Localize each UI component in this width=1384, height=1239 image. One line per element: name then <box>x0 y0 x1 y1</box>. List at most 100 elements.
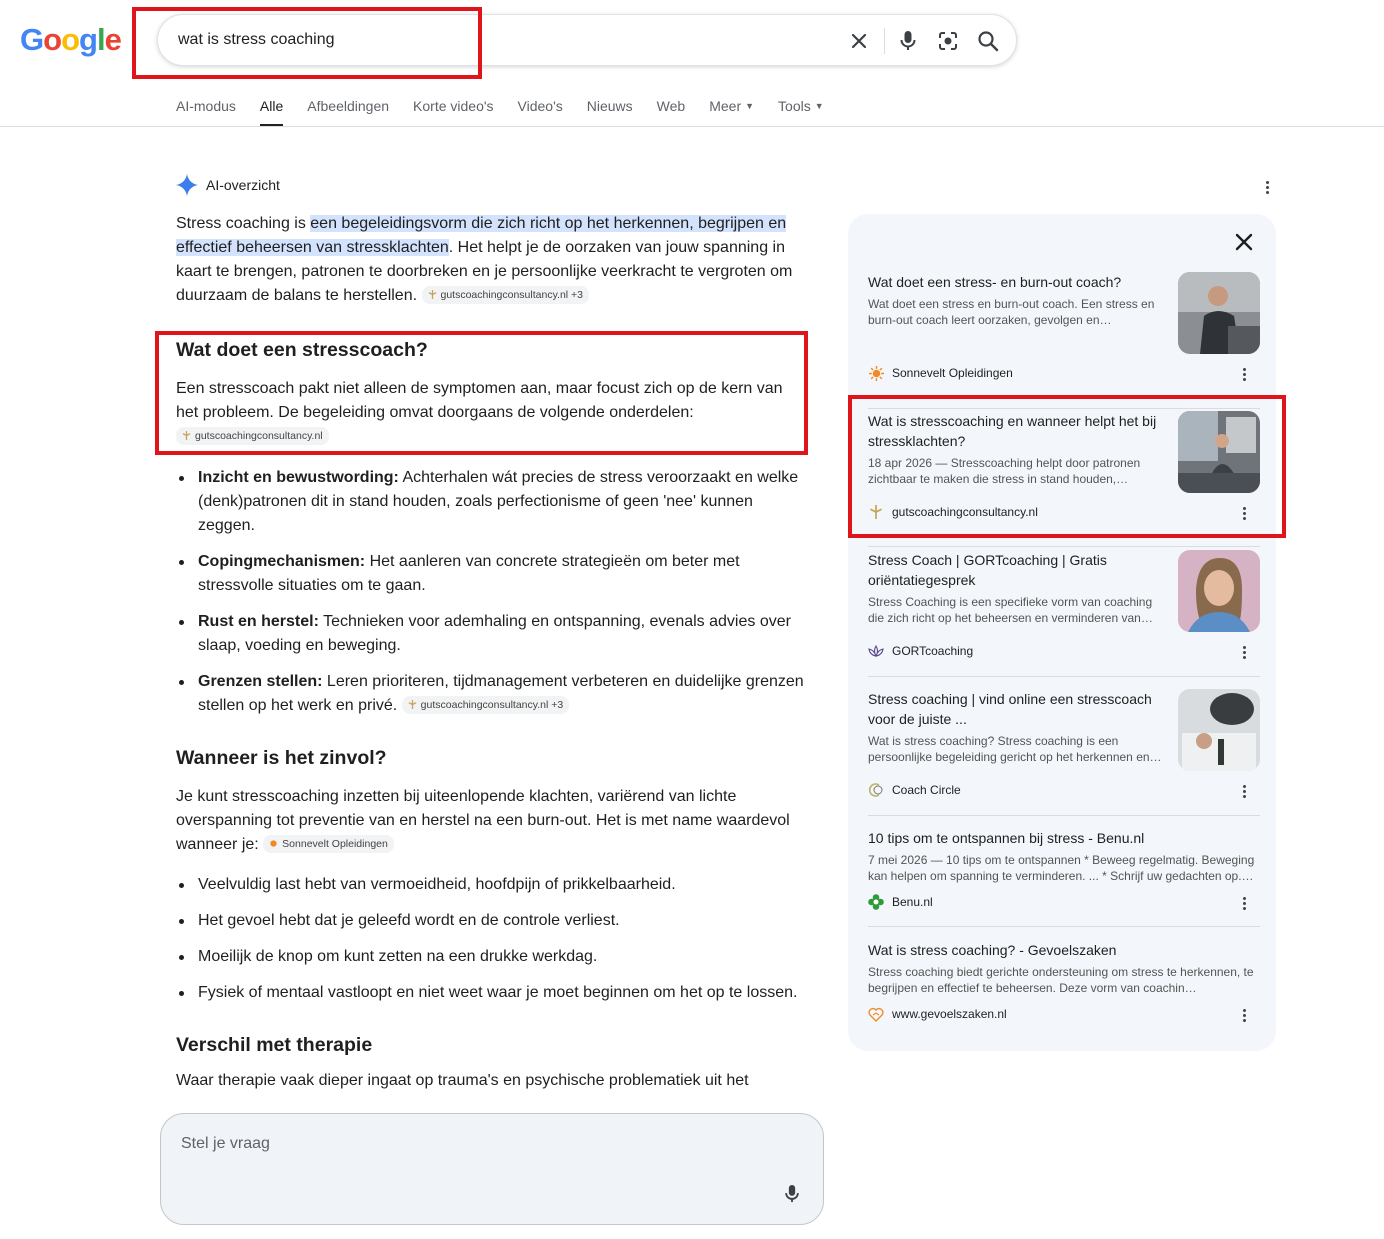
highlight-frame <box>155 331 808 455</box>
tab-alle[interactable]: Alle <box>259 96 284 127</box>
logo-letter: g <box>79 22 98 57</box>
source-title[interactable]: Stress coaching | vind online een stress… <box>868 689 1164 729</box>
source-title[interactable]: Stress Coach | GORTcoaching | Gratis ori… <box>868 550 1164 590</box>
tab-nieuws[interactable]: Nieuws <box>587 96 633 126</box>
follow-up-input[interactable]: Stel je vraag <box>160 1113 824 1225</box>
clear-icon[interactable] <box>846 28 872 54</box>
source-title[interactable]: Wat doet een stress- en burn-out coach? <box>868 272 1164 292</box>
more-options-icon[interactable] <box>1234 893 1254 913</box>
tab-meer[interactable]: Meer ▼ <box>709 96 754 126</box>
tab-tools[interactable]: Tools ▼ <box>778 96 824 126</box>
source-site-name: GORTcoaching <box>892 644 974 658</box>
close-icon[interactable] <box>1232 230 1256 254</box>
list-item: Rust en herstel: Technieken voor ademhal… <box>176 610 808 658</box>
list-item-bold: Grenzen stellen: <box>198 673 323 690</box>
tab-ai-modus[interactable]: AI-modus <box>176 96 236 126</box>
source-site[interactable]: Coach Circle <box>868 782 961 798</box>
cross-icon <box>868 894 884 910</box>
sun-icon <box>868 365 884 381</box>
chevron-down-icon: ▼ <box>814 101 824 111</box>
source-chip[interactable]: gutscoachingconsultancy.nl +3 <box>401 695 570 714</box>
source-card[interactable]: Stress Coach | GORTcoaching | Gratis ori… <box>868 550 1260 674</box>
header-divider <box>0 126 1384 127</box>
divider <box>868 676 1260 677</box>
heading-therapie: Verschil met therapie <box>176 1034 373 1056</box>
search-divider <box>884 28 885 54</box>
search-tabs: AI-modus Alle Afbeeldingen Korte video's… <box>176 96 848 127</box>
tab-web[interactable]: Web <box>657 96 686 126</box>
sources-panel: Wat doet een stress- en burn-out coach? … <box>848 214 1276 1051</box>
intro-text: Stress coaching is <box>176 215 311 232</box>
source-title[interactable]: Wat is stress coaching? - Gevoelszaken <box>868 940 1256 960</box>
source-chip-label: gutscoachingconsultancy.nl +3 <box>420 698 564 711</box>
more-options-icon[interactable] <box>1234 1005 1254 1025</box>
wanneer-paragraph: Je kunt stresscoaching inzetten bij uite… <box>176 785 808 857</box>
chevron-down-icon: ▼ <box>745 101 755 111</box>
list-item-bold: Inzicht en bewustwording: <box>198 469 399 486</box>
source-snippet: Wat doet een stress en burn-out coach. E… <box>868 297 1155 327</box>
source-chip[interactable]: gutscoachingconsultancy.nl +3 <box>421 285 590 304</box>
tab-afbeeldingen[interactable]: Afbeeldingen <box>307 96 389 126</box>
source-site-name: Sonnevelt Opleidingen <box>892 366 1013 380</box>
lens-icon[interactable] <box>935 28 961 54</box>
source-chip-label: gutscoachingconsultancy.nl +3 <box>440 288 584 301</box>
more-options-icon[interactable] <box>1234 642 1254 662</box>
tab-meer-label: Meer <box>709 98 742 114</box>
list-item-bold: Rust en herstel: <box>198 613 319 630</box>
source-site[interactable]: Benu.nl <box>868 894 933 910</box>
source-chip[interactable]: Sonnevelt Opleidingen <box>263 834 394 853</box>
source-site-name: www.gevoelszaken.nl <box>892 1007 1007 1021</box>
microphone-icon[interactable] <box>783 1183 801 1205</box>
source-thumbnail[interactable] <box>1178 689 1260 771</box>
guts-icon <box>408 700 417 709</box>
source-snippet: Stress Coaching is een specifieke vorm v… <box>868 595 1153 625</box>
guts-icon <box>428 290 436 299</box>
klachten-list: Veelvuldig last hebt van vermoeidheid, h… <box>176 873 808 1005</box>
lotus-icon <box>868 644 884 658</box>
search-icon[interactable] <box>975 28 1001 54</box>
sun-icon <box>270 840 277 847</box>
source-snippet: 7 mei 2026 — 10 tips om te ontspannen * … <box>868 853 1255 883</box>
divider <box>868 926 1260 927</box>
source-snippet: Stress coaching biedt gerichte ondersteu… <box>868 965 1254 995</box>
source-site[interactable]: www.gevoelszaken.nl <box>868 1006 1007 1022</box>
logo-letter: l <box>96 22 106 57</box>
more-options-icon[interactable] <box>1234 364 1254 384</box>
source-snippet: Wat is stress coaching? Stress coaching … <box>868 734 1162 764</box>
tab-videos[interactable]: Video's <box>518 96 563 126</box>
source-title[interactable]: 10 tips om te ontspannen bij stress - Be… <box>868 828 1256 848</box>
divider <box>868 546 1260 547</box>
ai-overview-label: AI-overzicht <box>206 177 280 193</box>
more-options-icon[interactable] <box>1257 177 1277 197</box>
microphone-icon[interactable] <box>895 28 921 54</box>
source-card[interactable]: Stress coaching | vind online een stress… <box>868 689 1260 813</box>
heading-wanneer: Wanneer is het zinvol? <box>176 747 387 769</box>
follow-up-placeholder: Stel je vraag <box>181 1135 270 1152</box>
source-card[interactable]: Wat doet een stress- en burn-out coach? … <box>868 272 1260 396</box>
tab-korte-videos[interactable]: Korte video's <box>413 96 494 126</box>
divider <box>868 815 1260 816</box>
ai-overview-header: AI-overzicht <box>176 174 280 196</box>
source-thumbnail[interactable] <box>1178 550 1260 632</box>
therapie-paragraph: Waar therapie vaak dieper ingaat op trau… <box>176 1072 749 1089</box>
more-options-icon[interactable] <box>1234 781 1254 801</box>
list-item: Fysiek of mentaal vastloopt en niet weet… <box>176 981 808 1005</box>
list-item: Moeilijk de knop om kunt zetten na een d… <box>176 945 808 969</box>
logo-letter: G <box>20 22 44 57</box>
logo-letter: o <box>43 22 62 57</box>
source-site-name: Benu.nl <box>892 895 933 909</box>
circle-icon <box>868 783 883 797</box>
google-logo[interactable]: Google <box>20 22 122 58</box>
intro-paragraph: Stress coaching is een begeleidingsvorm … <box>176 212 808 308</box>
source-chip-label: Sonnevelt Opleidingen <box>282 837 388 850</box>
source-card[interactable]: 10 tips om te ontspannen bij stress - Be… <box>868 828 1260 912</box>
list-item: Veelvuldig last hebt van vermoeidheid, h… <box>176 873 808 897</box>
source-site[interactable]: GORTcoaching <box>868 643 973 659</box>
logo-letter: e <box>104 22 122 57</box>
highlight-frame <box>848 395 1286 538</box>
source-site[interactable]: Sonnevelt Opleidingen <box>868 365 1013 381</box>
source-card[interactable]: Wat is stress coaching? - Gevoelszaken S… <box>868 940 1260 1024</box>
source-thumbnail[interactable] <box>1178 272 1260 354</box>
heart-icon <box>868 1007 884 1022</box>
gemini-sparkle-icon <box>176 174 198 196</box>
